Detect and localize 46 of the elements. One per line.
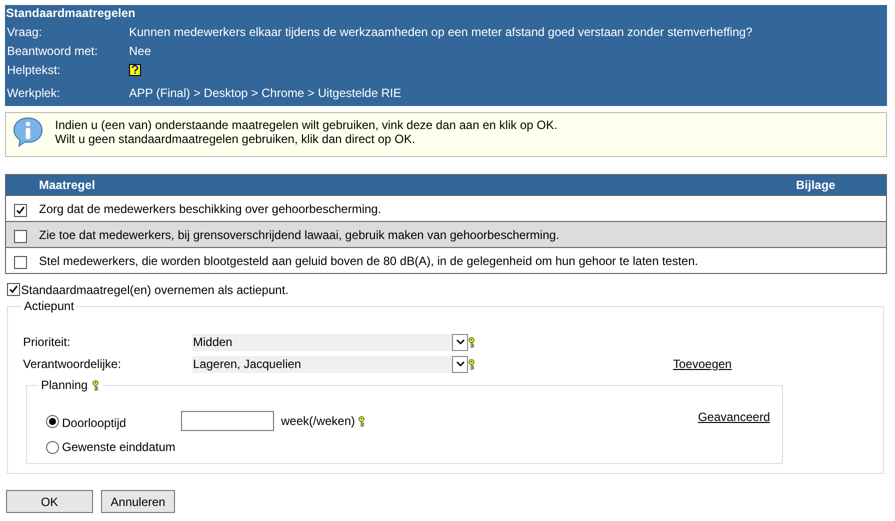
- radio-label: Doorlooptijd: [62, 414, 128, 432]
- fieldset-legend: Planning: [41, 376, 88, 394]
- field-label: Vraag:: [7, 24, 43, 40]
- radio-label: Gewenste einddatum: [62, 439, 176, 456]
- dropdown-button[interactable]: [452, 356, 468, 372]
- add-link[interactable]: Toevoegen: [673, 355, 732, 373]
- key-icon[interactable]: [92, 380, 99, 390]
- checkbox-label: Standaardmaatregel(en) overnemen als actiepunt.: [21, 282, 288, 298]
- chevron-down-icon: [456, 361, 464, 367]
- checkbox[interactable]: [14, 204, 27, 216]
- column-header: Bijlage: [796, 177, 836, 194]
- field-label: Werkplek:: [7, 84, 62, 102]
- dialog-button[interactable]: Annuleren: [101, 490, 175, 513]
- radio-button[interactable]: [46, 440, 59, 454]
- header-title: Standaardmaatregelen: [5, 5, 136, 22]
- chevron-down-icon: [456, 339, 464, 345]
- table-cell-text: Zorg dat de medewerkers beschikking over gehoorbescherming.: [39, 200, 382, 218]
- field-value: APP (Final) > Desktop > Chrome > Uitgestelde RIE: [129, 84, 402, 102]
- info-text: Indien u (een van) onderstaande maatregelen wilt gebruiken, vink deze dan aan en klik op OK.: [55, 118, 558, 132]
- advanced-link[interactable]: Geavanceerd: [698, 408, 770, 426]
- number-input[interactable]: [181, 411, 274, 431]
- checkbox[interactable]: [14, 230, 27, 242]
- field-label: Helptekst:: [7, 62, 62, 78]
- key-icon[interactable]: [358, 416, 366, 426]
- checkbox[interactable]: [7, 283, 20, 296]
- checkbox[interactable]: [14, 256, 27, 268]
- table-cell-text: Zie toe dat medewerkers, bij grensoverschrijdend lawaai, gebruik maken van gehoorbescherming.: [39, 226, 560, 244]
- table-cell-text: Stel medewerkers, die worden blootgesteld aan geluid boven de 80 dB(A), in de gelegenheid om hun gehoor te laten testen.: [39, 252, 698, 270]
- field-label: Prioriteit:: [23, 334, 72, 351]
- column-header: Maatregel: [38, 177, 96, 194]
- dialog-button[interactable]: OK: [6, 490, 93, 513]
- field-label: Beantwoord met:: [7, 42, 99, 60]
- radio-button[interactable]: [46, 414, 59, 428]
- field-value: Nee: [129, 42, 152, 60]
- field-label: Verantwoordelijke:: [23, 356, 122, 373]
- help-icon[interactable]: [129, 64, 141, 76]
- key-icon[interactable]: [468, 336, 475, 348]
- field-value: Kunnen medewerkers elkaar tijdens de werkzaamheden op een meter afstand goed verstaan zonder stemverheffing?: [129, 24, 752, 40]
- select-field[interactable]: Lageren, Jacquelien: [192, 356, 468, 372]
- info-text: Wilt u geen standaardmaatregelen gebruiken, klik dan direct op OK.: [55, 132, 416, 146]
- dropdown-button[interactable]: [452, 334, 468, 350]
- fieldset-legend: Actiepunt: [24, 299, 74, 313]
- select-field[interactable]: Midden: [192, 334, 468, 350]
- unit-label: week(/weken): [281, 413, 356, 430]
- info-icon: [12, 116, 44, 148]
- key-icon[interactable]: [468, 358, 475, 370]
